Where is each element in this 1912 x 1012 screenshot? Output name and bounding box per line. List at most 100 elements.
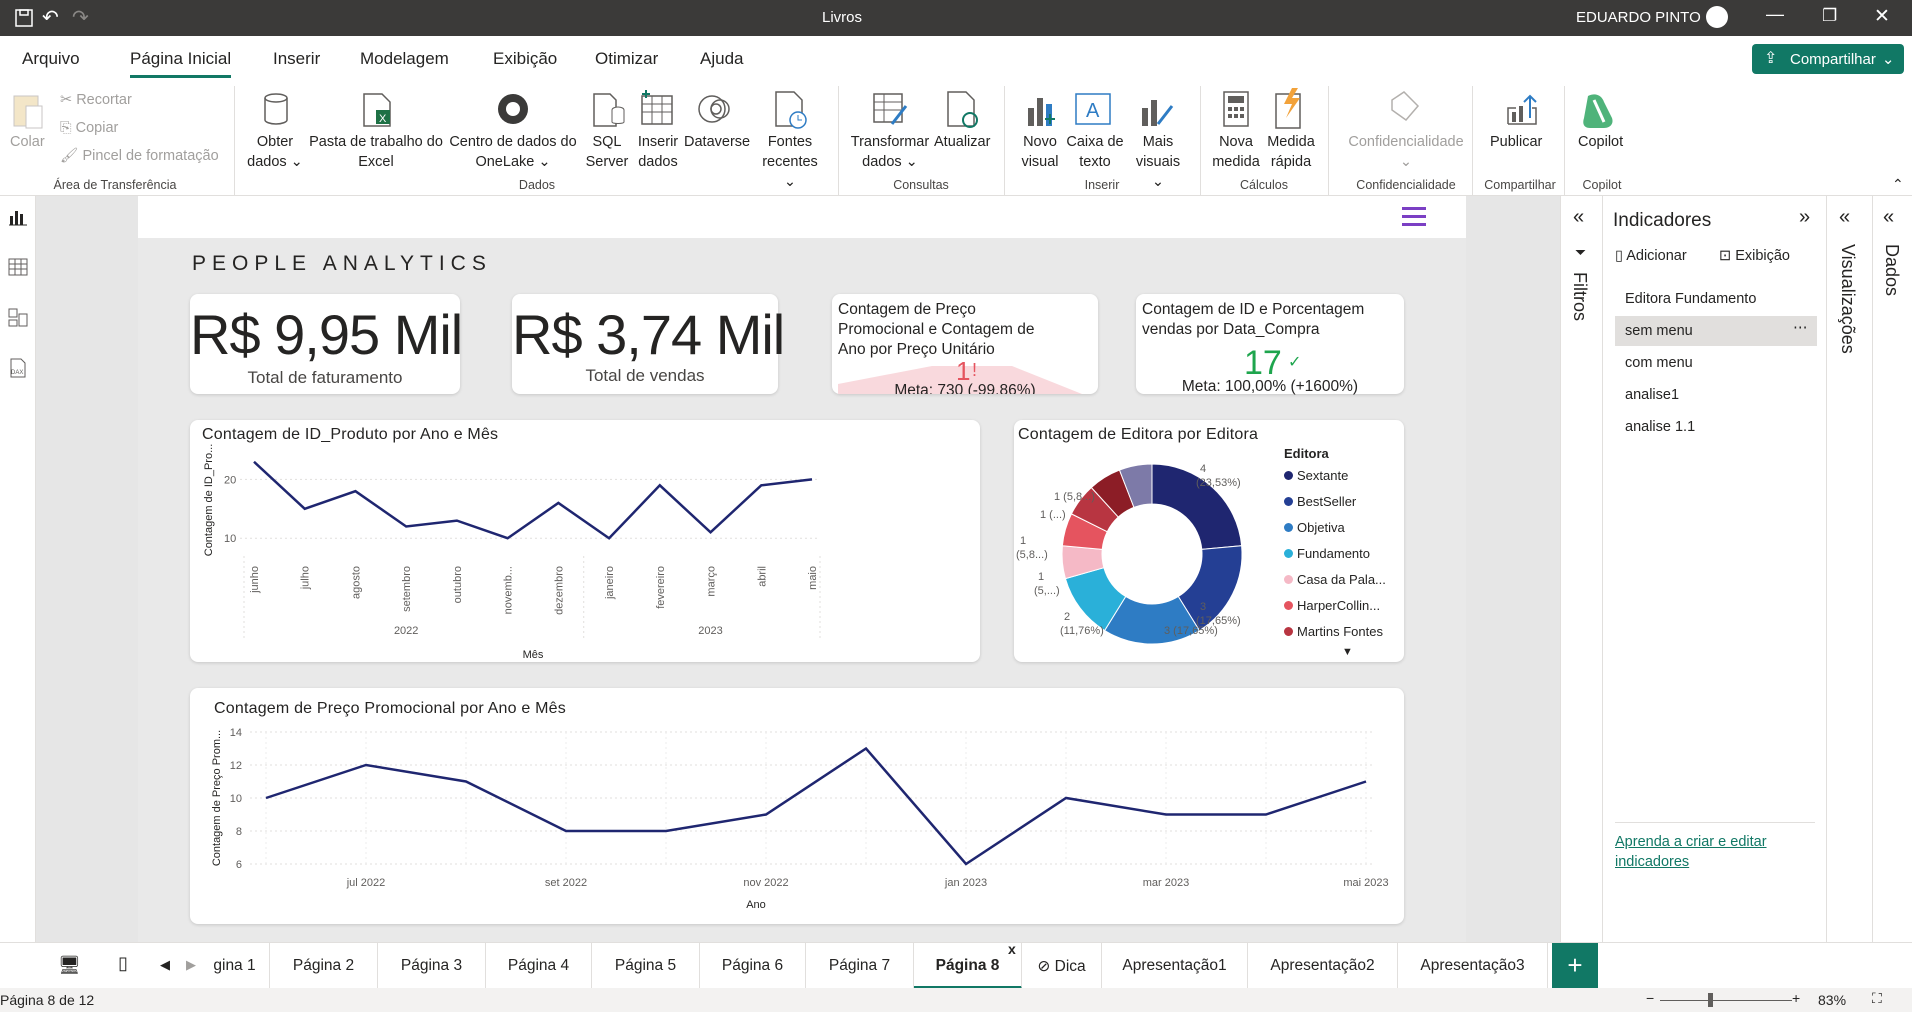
menu-arquivo[interactable]: Arquivo	[22, 49, 80, 69]
slice-label: 4	[1200, 463, 1206, 475]
tab-apresentacao3[interactable]: Apresentação3	[1398, 943, 1548, 989]
menu-exibicao[interactable]: Exibição	[493, 49, 557, 69]
chart-card-produto[interactable]: Contagem de ID_Produto por Ano e Mês 10 2…	[190, 420, 980, 662]
collapse-vis-icon[interactable]: «	[1839, 206, 1850, 229]
report-view-icon[interactable]	[8, 208, 28, 226]
refresh-button[interactable]: Atualizar	[934, 132, 990, 152]
tab-dica[interactable]: ⊘ Dica	[1022, 943, 1102, 989]
legend-more-icon[interactable]: ▼	[1342, 646, 1353, 658]
data-pane[interactable]: « Dados	[1872, 196, 1912, 942]
legend-item[interactable]: Fundamento	[1284, 546, 1402, 572]
hamburger-menu-icon[interactable]	[1402, 206, 1426, 228]
menu-pagina-inicial[interactable]: Página Inicial	[130, 49, 232, 78]
kpi-card-promo[interactable]: Contagem de Preço Promocional e Contagem…	[832, 294, 1098, 394]
new-measure-button[interactable]: Nova medida	[1210, 132, 1262, 172]
table-view-icon[interactable]	[8, 258, 28, 276]
add-bookmark-button[interactable]: ▯ Adicionar	[1615, 248, 1687, 264]
group-label: 2022	[394, 625, 418, 637]
collapse-data-icon[interactable]: «	[1883, 206, 1894, 229]
dax-query-icon[interactable]: DAX	[8, 358, 28, 378]
tab-page-4[interactable]: Página 4	[486, 943, 592, 989]
tab-page-7[interactable]: Página 7	[806, 943, 914, 989]
close-icon[interactable]: ✕	[1874, 5, 1890, 28]
get-data-button[interactable]: Obter dados ⌄	[246, 132, 304, 172]
dataverse-button[interactable]: Dataverse	[684, 132, 750, 152]
new-visual-button[interactable]: Novo visual	[1016, 132, 1064, 172]
text-box-button[interactable]: Caixa de texto	[1062, 132, 1128, 172]
transform-data-button[interactable]: Transformar dados ⌄	[848, 132, 932, 172]
chart-card-editora[interactable]: Contagem de Editora por Editora 4 (23,53%…	[1014, 420, 1404, 662]
tab-apresentacao2[interactable]: Apresentação2	[1248, 943, 1398, 989]
bookmark-item[interactable]: com menu	[1615, 348, 1817, 378]
tab-page-8[interactable]: Página 8x	[914, 941, 1022, 989]
filters-pane[interactable]: « ⏷ Filtros	[1560, 196, 1602, 942]
scroll-left-icon[interactable]: ◀	[160, 957, 170, 973]
model-view-icon[interactable]	[8, 308, 28, 328]
legend-item[interactable]: HarperCollin...	[1284, 598, 1402, 624]
undo-icon[interactable]: ↶	[42, 5, 59, 30]
legend-item[interactable]: BestSeller	[1284, 494, 1402, 520]
add-page-button[interactable]: +	[1552, 943, 1598, 989]
mobile-layout-icon[interactable]: ▯	[118, 953, 128, 974]
tab-page-2[interactable]: Página 2	[270, 943, 378, 989]
group-queries: Consultas	[893, 178, 949, 192]
insert-data-button[interactable]: Inserir dados	[632, 132, 684, 172]
minimize-icon[interactable]: —	[1766, 4, 1784, 25]
publish-button[interactable]: Publicar	[1490, 132, 1542, 152]
zoom-slider[interactable]	[1660, 1000, 1792, 1001]
expand-icon[interactable]: »	[1799, 206, 1810, 229]
bookmark-item[interactable]: Editora Fundamento	[1615, 284, 1817, 314]
avatar[interactable]	[1706, 6, 1728, 28]
zoom-level: 83%	[1818, 992, 1847, 1008]
legend-item[interactable]: Objetiva	[1284, 520, 1402, 546]
copilot-icon	[1583, 94, 1613, 128]
kpi-card-id[interactable]: Contagem de ID e Porcentagem vendas por …	[1136, 294, 1404, 395]
tab-apresentacao1[interactable]: Apresentação1	[1102, 943, 1248, 989]
menu-inserir[interactable]: Inserir	[273, 49, 320, 69]
legend-item[interactable]: Casa da Pala...	[1284, 572, 1402, 598]
sql-server-button[interactable]: SQL Server	[582, 132, 632, 172]
cut-button[interactable]: ✂ Recortar	[60, 90, 132, 110]
more-options-icon[interactable]: ⋯	[1793, 320, 1808, 336]
onelake-hub-button[interactable]: Centro de dados do OneLake ⌄	[446, 132, 580, 172]
menu-otimizar[interactable]: Otimizar	[595, 49, 658, 69]
legend-item[interactable]: Sextante	[1284, 468, 1402, 494]
desktop-layout-icon[interactable]: 🖥	[58, 955, 81, 976]
menu-modelagem[interactable]: Modelagem	[360, 49, 449, 69]
filter-icon: ⏷	[1575, 244, 1587, 260]
collapse-filters-icon[interactable]: «	[1573, 206, 1584, 229]
zoom-in-icon[interactable]: +	[1792, 990, 1800, 1006]
restore-icon[interactable]: ❐	[1822, 6, 1837, 26]
close-tab-icon[interactable]: x	[1008, 941, 1016, 957]
view-bookmark-button[interactable]: ⊡ Exibição	[1719, 248, 1790, 264]
tab-page-6[interactable]: Página 6	[700, 943, 806, 989]
format-painter-button[interactable]: 🖌 Pincel de formatação	[60, 146, 219, 166]
learn-bookmarks-link[interactable]: Aprenda a criar e editar indicadores	[1615, 832, 1815, 872]
scroll-right-icon[interactable]: ▶	[186, 957, 196, 973]
kpi-card-sales[interactable]: R$ 3,74 Mil Total de vendas	[512, 294, 785, 394]
quick-measure-button[interactable]: Medida rápida	[1262, 132, 1320, 172]
menu-ajuda[interactable]: Ajuda	[700, 49, 743, 69]
paste-button[interactable]: Colar	[10, 132, 45, 152]
kpi-card-revenue[interactable]: R$ 9,95 Mil Total de faturamento	[190, 294, 463, 394]
copilot-button[interactable]: Copilot	[1578, 132, 1623, 152]
share-button[interactable]: ⇪ Compartilhar ⌄	[1752, 44, 1904, 74]
chart-card-preco[interactable]: Contagem de Preço Promocional por Ano e …	[190, 688, 1404, 924]
zoom-slider-thumb[interactable]	[1708, 993, 1713, 1007]
tab-page-1[interactable]: gina 1	[200, 943, 270, 989]
zoom-out-icon[interactable]: −	[1646, 990, 1654, 1006]
bookmark-item[interactable]: analise1	[1615, 380, 1817, 410]
recent-sources-button[interactable]: Fontes recentes ⌄	[756, 132, 824, 192]
fit-to-page-icon[interactable]: ⛶	[1872, 990, 1882, 1007]
more-visuals-button[interactable]: Mais visuais ⌄	[1128, 132, 1188, 192]
visualizations-pane[interactable]: « Visualizações	[1826, 196, 1872, 942]
tab-page-5[interactable]: Página 5	[592, 943, 700, 989]
copy-button[interactable]: ⎘ Copiar	[60, 118, 118, 138]
excel-workbook-button[interactable]: Pasta de trabalho do Excel	[306, 132, 446, 172]
bookmark-item-selected[interactable]: sem menu ⋯	[1615, 316, 1817, 346]
tab-page-3[interactable]: Página 3	[378, 943, 486, 989]
collapse-ribbon-icon[interactable]: ⌃	[1892, 176, 1904, 193]
separator	[1472, 86, 1473, 196]
save-icon[interactable]	[14, 8, 34, 28]
bookmark-item[interactable]: analise 1.1	[1615, 412, 1817, 442]
